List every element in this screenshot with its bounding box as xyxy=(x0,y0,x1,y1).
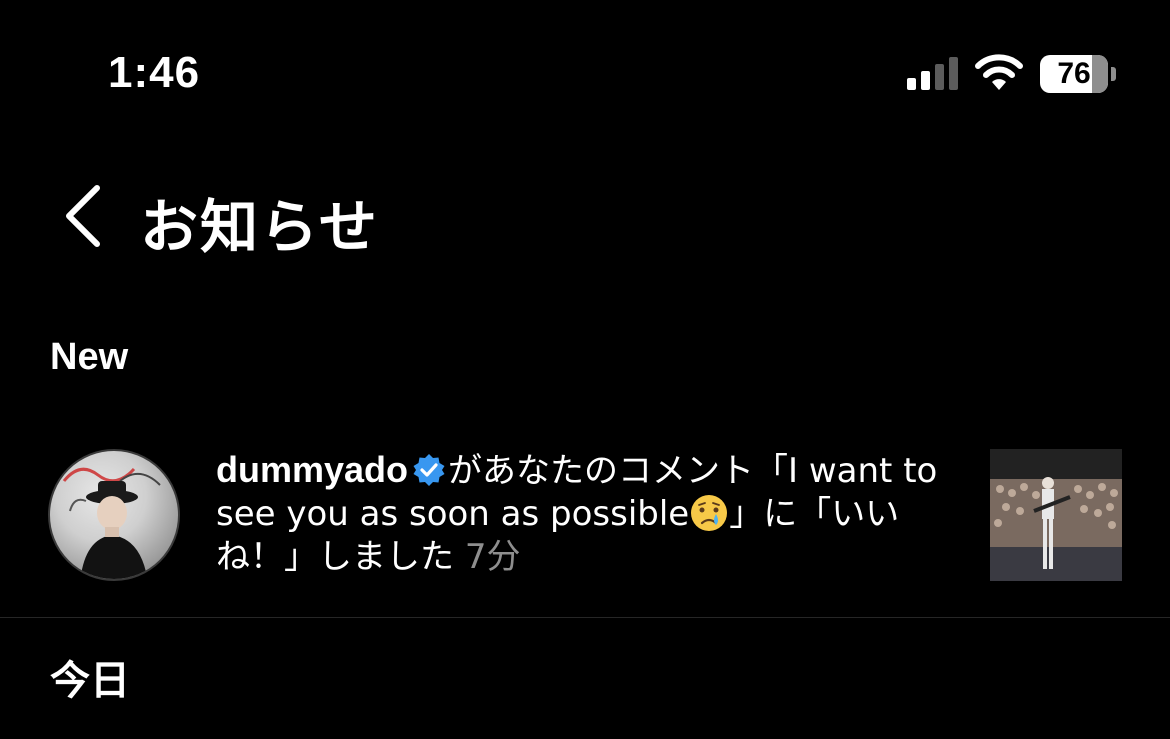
crying-face-emoji xyxy=(691,495,728,531)
verified-badge-icon xyxy=(413,454,445,486)
user-avatar[interactable] xyxy=(48,449,180,581)
battery-tip xyxy=(1111,67,1116,81)
post-thumbnail[interactable] xyxy=(990,449,1122,581)
section-divider xyxy=(0,617,1170,618)
cellular-signal-icon xyxy=(907,56,959,90)
wifi-icon xyxy=(975,54,1023,90)
notification-text: dummyado があなたのコメント「I want to see you as … xyxy=(216,448,956,579)
notifications-screen: 1:46 76 お知らせ New dummyado があなたのコメント「I wa… xyxy=(0,0,1170,739)
page-title: お知らせ xyxy=(140,193,379,261)
post-thumbnail-image xyxy=(990,449,1122,581)
notification-username[interactable]: dummyado xyxy=(216,449,408,490)
chevron-left-icon xyxy=(66,185,100,247)
notification-item[interactable]: dummyado があなたのコメント「I want to see you as … xyxy=(0,440,1170,610)
status-time: 1:46 xyxy=(108,48,201,97)
back-button[interactable] xyxy=(55,180,111,252)
section-header-new: New xyxy=(50,336,129,378)
notification-time: 7分 xyxy=(464,537,521,577)
battery-level: 76 xyxy=(1057,57,1091,90)
battery-icon: 76 xyxy=(1040,55,1108,93)
section-header-today: 今日 xyxy=(50,658,130,704)
avatar-image xyxy=(62,467,161,579)
